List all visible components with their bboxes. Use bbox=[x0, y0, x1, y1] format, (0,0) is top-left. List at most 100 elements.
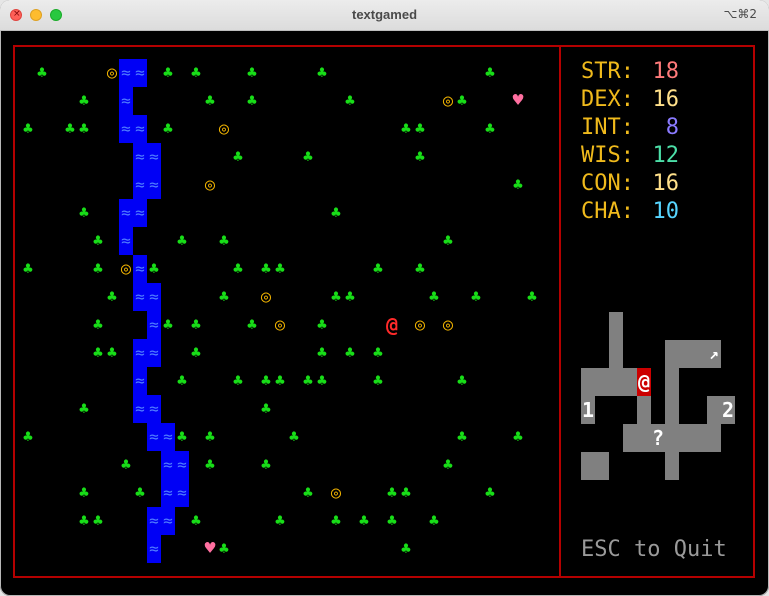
tree-icon: ♣ bbox=[65, 119, 75, 138]
window-title: textgamed bbox=[351, 7, 418, 22]
tree-icon: ♣ bbox=[513, 175, 523, 194]
tree-icon: ♣ bbox=[457, 427, 467, 446]
stat-row: INT: 8 bbox=[581, 114, 679, 142]
tree-icon: ♣ bbox=[345, 91, 355, 110]
tree-icon: ♣ bbox=[513, 427, 523, 446]
tree-icon: ♣ bbox=[79, 91, 89, 110]
stat-value: 8 bbox=[665, 115, 679, 140]
stat-value: 16 bbox=[652, 87, 680, 112]
water-tile: ≈ bbox=[133, 367, 147, 395]
tree-icon: ♣ bbox=[429, 287, 439, 306]
water-tile: ≈ bbox=[133, 283, 147, 311]
stat-row: CHA: 10 bbox=[581, 198, 679, 226]
tree-icon: ♣ bbox=[373, 371, 383, 390]
stat-value: 16 bbox=[652, 171, 680, 196]
water-tile: ≈ bbox=[133, 171, 147, 199]
water-tile: ≈ bbox=[147, 507, 161, 535]
tree-icon: ♣ bbox=[121, 455, 131, 474]
water-tile: ≈ bbox=[133, 199, 147, 227]
tree-icon: ♣ bbox=[163, 315, 173, 334]
stat-row: CON: 16 bbox=[581, 170, 679, 198]
tree-icon: ♣ bbox=[233, 147, 243, 166]
tree-icon: ♣ bbox=[219, 231, 229, 250]
stat-value: 10 bbox=[652, 199, 680, 224]
gold-coin-icon: ◎ bbox=[120, 259, 132, 279]
water-tile: ≈ bbox=[133, 115, 147, 143]
tree-icon: ♣ bbox=[149, 259, 159, 278]
water-tile: ≈ bbox=[133, 59, 147, 87]
water-tile: ≈ bbox=[161, 423, 175, 451]
tree-icon: ♣ bbox=[205, 455, 215, 474]
tree-icon: ♣ bbox=[387, 511, 397, 530]
tree-icon: ♣ bbox=[163, 63, 173, 82]
water-tile: ≈ bbox=[147, 423, 161, 451]
gold-coin-icon: ◎ bbox=[274, 315, 286, 335]
tree-icon: ♣ bbox=[191, 63, 201, 82]
tree-icon: ♣ bbox=[247, 315, 257, 334]
stat-name: CON: bbox=[581, 171, 634, 196]
panel-divider bbox=[559, 45, 561, 578]
tree-icon: ♣ bbox=[177, 427, 187, 446]
tree-icon: ♣ bbox=[107, 287, 117, 306]
tree-icon: ♣ bbox=[317, 343, 327, 362]
gold-coin-icon: ◎ bbox=[260, 287, 272, 307]
tree-icon: ♣ bbox=[205, 91, 215, 110]
water-tile: ≈ bbox=[161, 507, 175, 535]
tree-icon: ♣ bbox=[261, 259, 271, 278]
gold-coin-icon: ◎ bbox=[442, 315, 454, 335]
gold-coin-icon: ◎ bbox=[330, 483, 342, 503]
tree-icon: ♣ bbox=[23, 259, 33, 278]
water-tile: ≈ bbox=[133, 339, 147, 367]
tree-icon: ♣ bbox=[289, 427, 299, 446]
tree-icon: ♣ bbox=[247, 63, 257, 82]
water-tile: ≈ bbox=[119, 115, 133, 143]
heart-icon: ♥ bbox=[512, 90, 524, 111]
tree-icon: ♣ bbox=[191, 315, 201, 334]
water-tile: ≈ bbox=[119, 199, 133, 227]
water-tile: ≈ bbox=[147, 395, 161, 423]
tree-icon: ♣ bbox=[485, 63, 495, 82]
tree-icon: ♣ bbox=[457, 91, 467, 110]
tree-icon: ♣ bbox=[345, 343, 355, 362]
tree-icon: ♣ bbox=[415, 119, 425, 138]
tree-icon: ♣ bbox=[93, 231, 103, 250]
tree-icon: ♣ bbox=[191, 511, 201, 530]
water-tile: ≈ bbox=[175, 451, 189, 479]
tree-icon: ♣ bbox=[177, 371, 187, 390]
tree-icon: ♣ bbox=[261, 371, 271, 390]
tree-icon: ♣ bbox=[303, 371, 313, 390]
stat-name: INT: bbox=[581, 115, 634, 140]
water-tile: ≈ bbox=[133, 143, 147, 171]
stat-name: CHA: bbox=[581, 199, 634, 224]
tree-icon: ♣ bbox=[233, 259, 243, 278]
tree-icon: ♣ bbox=[275, 259, 285, 278]
heart-icon: ♥ bbox=[204, 538, 216, 559]
tree-icon: ♣ bbox=[303, 483, 313, 502]
stats-panel: STR: 18 DEX: 16 INT: 8 WIS: 12 CON: 16 CHA: 10 bbox=[581, 58, 679, 226]
tree-icon: ♣ bbox=[261, 399, 271, 418]
stat-name: STR: bbox=[581, 59, 634, 84]
tree-icon: ♣ bbox=[135, 483, 145, 502]
tree-icon: ♣ bbox=[401, 119, 411, 138]
tree-icon: ♣ bbox=[191, 343, 201, 362]
gold-coin-icon: ◎ bbox=[106, 63, 118, 83]
gold-coin-icon: ◎ bbox=[442, 91, 454, 111]
tree-icon: ♣ bbox=[359, 511, 369, 530]
quit-hint: ESC to Quit bbox=[581, 537, 727, 562]
water-tile: ≈ bbox=[161, 479, 175, 507]
tree-icon: ♣ bbox=[247, 91, 257, 110]
tree-icon: ♣ bbox=[317, 63, 327, 82]
water-tile: ≈ bbox=[147, 143, 161, 171]
tree-icon: ♣ bbox=[317, 371, 327, 390]
tree-icon: ♣ bbox=[93, 315, 103, 334]
water-tile: ≈ bbox=[133, 395, 147, 423]
tree-icon: ♣ bbox=[457, 371, 467, 390]
tree-icon: ♣ bbox=[303, 147, 313, 166]
stat-name: DEX: bbox=[581, 87, 634, 112]
tree-icon: ♣ bbox=[345, 287, 355, 306]
tree-icon: ♣ bbox=[93, 259, 103, 278]
tree-icon: ♣ bbox=[219, 287, 229, 306]
tree-icon: ♣ bbox=[443, 231, 453, 250]
gold-coin-icon: ◎ bbox=[414, 315, 426, 335]
tree-icon: ♣ bbox=[331, 511, 341, 530]
